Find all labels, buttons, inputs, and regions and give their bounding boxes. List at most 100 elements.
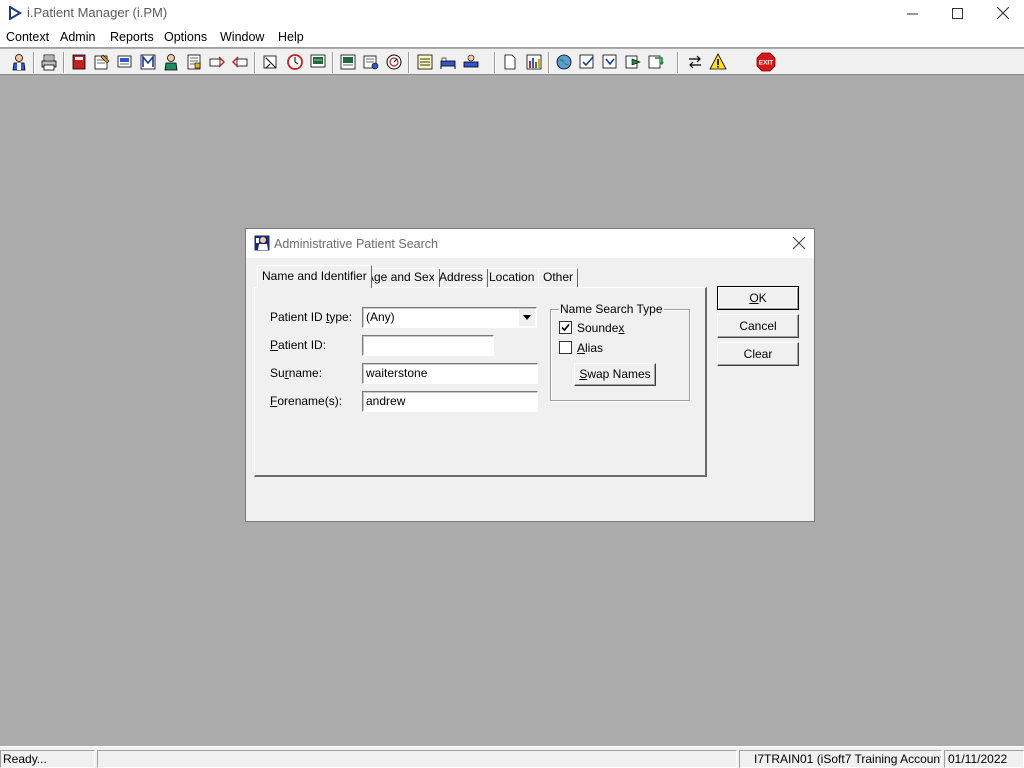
patient-button[interactable]: [9, 52, 29, 72]
patient-icon: [12, 54, 26, 71]
referral-out-button[interactable]: [230, 52, 250, 72]
status-date: 01/11/2022: [944, 750, 1024, 768]
schedule-icon: [340, 54, 356, 70]
alias-checkbox[interactable]: [559, 341, 572, 354]
document-icon: [504, 54, 516, 70]
status-text: Ready...: [0, 750, 95, 768]
clock-button[interactable]: [285, 52, 305, 72]
clock-icon: [287, 54, 303, 70]
globe-icon: [556, 54, 572, 70]
contract-icon: [363, 55, 379, 70]
refresh-button[interactable]: [646, 52, 666, 72]
dropdown-arrow[interactable]: [519, 309, 535, 326]
scan-icon: [117, 55, 132, 68]
check-form-icon: [579, 54, 594, 69]
status-account: I7TRAIN01 (iSoft7 Training Account): [739, 750, 942, 768]
patient-id-input[interactable]: [362, 335, 494, 356]
status-middle-panel: [97, 750, 737, 768]
exit-icon: EXIT: [756, 52, 776, 72]
notes-button[interactable]: [92, 52, 112, 72]
notes-icon: [94, 54, 110, 70]
review-icon: [602, 54, 617, 69]
warning-button[interactable]: [708, 52, 728, 72]
forward-icon: [625, 55, 641, 69]
transfer-button[interactable]: [261, 52, 281, 72]
admit-button[interactable]: [461, 52, 481, 72]
minimize-button[interactable]: [889, 0, 935, 26]
forenames-input[interactable]: andrew: [362, 391, 538, 412]
dial-button[interactable]: [384, 52, 404, 72]
alias-label[interactable]: Alias: [577, 341, 603, 355]
doctor-icon: [164, 54, 178, 71]
document-button[interactable]: [500, 52, 520, 72]
minimize-icon: [906, 13, 918, 14]
letter-m-icon: [140, 54, 156, 70]
chart-icon: [526, 54, 542, 70]
ok-button[interactable]: OK: [717, 286, 799, 310]
transfer-icon: [263, 55, 277, 69]
swap-names-button[interactable]: Swap Names: [574, 363, 656, 386]
close-button[interactable]: [980, 0, 1024, 26]
bed-button[interactable]: [438, 52, 458, 72]
menu-reports[interactable]: Reports: [110, 30, 154, 44]
menu-context[interactable]: Context: [6, 30, 49, 44]
check-form-button[interactable]: [577, 52, 597, 72]
patient-id-label: Patient ID:: [270, 338, 327, 352]
referral-icon: [209, 56, 225, 68]
surname-label: Surname:: [270, 366, 323, 380]
menu-help[interactable]: Help: [278, 30, 304, 44]
schedule-button[interactable]: [338, 52, 358, 72]
tab-age-and-sex[interactable]: Age and Sex: [361, 268, 440, 287]
tab-location[interactable]: Location: [484, 268, 540, 287]
app-logo-icon: [9, 6, 22, 20]
book-icon: [72, 54, 86, 70]
dialog-close-icon[interactable]: [792, 236, 806, 250]
chart-button[interactable]: [524, 52, 544, 72]
status-bar: Ready... I7TRAIN01 (iSoft7 Training Acco…: [0, 746, 1024, 768]
dial-icon: [386, 54, 402, 70]
swap-button[interactable]: [685, 52, 705, 72]
review-button[interactable]: [600, 52, 620, 72]
print-button[interactable]: [39, 52, 59, 72]
form-icon: [187, 54, 201, 70]
warning-icon: [709, 53, 727, 70]
chevron-down-icon: [523, 315, 531, 320]
letter-m-button[interactable]: [138, 52, 158, 72]
soundex-label[interactable]: Soundex: [577, 321, 624, 335]
dialog-title: Administrative Patient Search: [274, 237, 438, 251]
book-button[interactable]: [69, 52, 89, 72]
menu-window[interactable]: Window: [220, 30, 264, 44]
referral-button[interactable]: [207, 52, 227, 72]
list-button[interactable]: [415, 52, 435, 72]
surname-input[interactable]: waiterstone: [362, 363, 538, 384]
globe-button[interactable]: [554, 52, 574, 72]
monitor-button[interactable]: [308, 52, 328, 72]
maximize-button[interactable]: [934, 0, 980, 26]
patient-id-type-label: Patient ID type:: [270, 310, 353, 324]
tab-other[interactable]: Other: [538, 268, 579, 287]
forenames-label: Forename(s):: [270, 394, 343, 408]
contract-button[interactable]: [361, 52, 381, 72]
referral-out-icon: [232, 56, 248, 68]
tab-name-and-identifier[interactable]: Name and Identifier: [257, 265, 372, 288]
soundex-checkbox[interactable]: [559, 321, 572, 334]
menu-admin[interactable]: Admin: [60, 30, 95, 44]
scan-button[interactable]: [115, 52, 135, 72]
tab-label: Address: [439, 270, 484, 284]
tab-label: Other: [543, 270, 574, 284]
patient-id-type-select[interactable]: (Any): [362, 307, 537, 328]
clear-button[interactable]: Clear: [717, 342, 799, 366]
forward-button[interactable]: [623, 52, 643, 72]
form-button[interactable]: [184, 52, 204, 72]
print-icon: [41, 54, 57, 71]
checkmark-icon: [561, 323, 570, 332]
tab-address[interactable]: Address: [434, 268, 489, 287]
cancel-button[interactable]: Cancel: [717, 314, 799, 338]
title-bar: i.Patient Manager (i.PM): [0, 0, 1024, 26]
exit-button[interactable]: EXIT: [756, 52, 776, 72]
doctor-button[interactable]: [161, 52, 181, 72]
window-title: i.Patient Manager (i.PM): [27, 5, 168, 20]
monitor-icon: [310, 54, 326, 68]
dialog-title-bar: Administrative Patient Search: [246, 229, 814, 258]
menu-options[interactable]: Options: [164, 30, 207, 44]
